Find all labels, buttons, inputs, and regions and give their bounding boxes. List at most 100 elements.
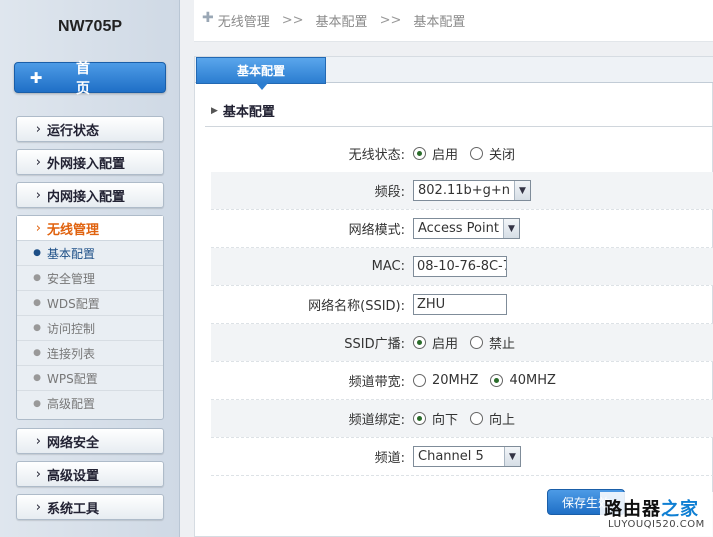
radio-circle[interactable] (490, 374, 504, 387)
channel-value: Channel 5 (418, 449, 484, 464)
radio-label: 向下 (432, 413, 459, 428)
submenu-item-connection-list[interactable]: ● 连接列表 (17, 341, 163, 366)
menu-system-tools[interactable]: › 系统工具 (16, 494, 164, 520)
divider (205, 126, 713, 127)
row-divider (211, 475, 713, 476)
device-model: NW705P (57, 18, 123, 35)
mac-label: MAC: (371, 259, 405, 274)
radio-circle[interactable] (413, 374, 426, 387)
band-select[interactable]: 802.11b+g+n ▼ (413, 180, 532, 201)
breadcrumb-separator: >> (281, 13, 304, 28)
section-title: ▶ 基本配置 (211, 101, 275, 120)
submenu-label: WPS配置 (47, 371, 98, 386)
submenu-wireless: › 无线管理 ● 基本配置 ● 安全管理 ● WDS配置 ● 访问控制 ● 连接… (16, 215, 164, 420)
row-channel-width: 频道带宽: 20MHZ 40MHZ (211, 362, 713, 399)
chevron-down-icon[interactable]: ▼ (504, 447, 520, 466)
channel-label: 频道: (374, 451, 405, 466)
breadcrumb-item: 基本配置 (315, 15, 368, 30)
submenu-item-security[interactable]: ● 安全管理 (17, 266, 163, 291)
radio-label: 40MHZ (509, 373, 556, 388)
submenu-item-wps[interactable]: ● WPS配置 (17, 366, 163, 391)
radio-width-40mhz[interactable]: 40MHZ (490, 373, 556, 388)
menu-label: 高级设置 (47, 468, 100, 484)
band-value: 802.11b+g+n (418, 183, 511, 198)
submenu-item-basic-config[interactable]: ● 基本配置 (17, 241, 163, 266)
main-panel: 基本配置 ▶ 基本配置 无线状态: 启用 关闭 频段: 802.11b+g+n … (194, 56, 713, 537)
menu-network-security[interactable]: › 网络安全 (16, 428, 164, 454)
radio-circle[interactable] (413, 147, 426, 160)
chevron-right-icon: › (35, 499, 41, 515)
chevron-right-icon: › (35, 220, 41, 236)
network-mode-value: Access Point (418, 221, 499, 236)
radio-circle[interactable] (470, 336, 484, 349)
submenu-label: 安全管理 (47, 271, 96, 286)
band-label: 频段: (374, 185, 405, 200)
menu-wireless-management[interactable]: › 无线管理 (17, 216, 163, 241)
radio-wireless-enable[interactable]: 启用 (413, 144, 458, 163)
tab-basic-config[interactable]: 基本配置 (196, 57, 326, 84)
bullet-icon: ● (33, 398, 41, 409)
chevron-right-icon: › (35, 154, 41, 170)
radio-circle[interactable] (470, 147, 484, 160)
bullet-icon: ● (33, 248, 41, 258)
wireless-status-label: 无线状态: (348, 148, 405, 163)
submenu-label: 连接列表 (47, 346, 96, 361)
row-network-mode: 网络模式: Access Point ▼ (211, 210, 713, 247)
home-label: 首 页 (76, 60, 108, 97)
radio-broadcast-enable[interactable]: 启用 (413, 333, 458, 352)
menu-label: 内网接入配置 (47, 189, 126, 205)
bullet-icon: ● (33, 348, 41, 358)
watermark-cn-highlight: 之家 (661, 499, 699, 520)
radio-wireless-disable[interactable]: 关闭 (470, 144, 515, 163)
submenu-item-advanced[interactable]: ● 高级配置 (17, 391, 163, 416)
radio-bind-down[interactable]: 向下 (413, 409, 458, 428)
tab-pointer (256, 83, 268, 90)
sidebar: NW705P ✚ 首 页 › 运行状态 › 外网接入配置 › 内网接入配置 › … (0, 0, 180, 537)
mac-input[interactable]: 08-10-76-8C-7 (413, 256, 507, 277)
row-mac: MAC: 08-10-76-8C-7 (211, 248, 713, 285)
watermark-cn-dark: 路由器 (604, 499, 661, 520)
submenu-label: WDS配置 (47, 296, 100, 311)
radio-bind-up[interactable]: 向上 (470, 409, 515, 428)
bullet-icon: ● (33, 298, 41, 308)
submenu-item-wds[interactable]: ● WDS配置 (17, 291, 163, 316)
row-band: 频段: 802.11b+g+n ▼ (211, 172, 713, 209)
menu-advanced-settings[interactable]: › 高级设置 (16, 461, 164, 487)
menu-lan-config[interactable]: › 内网接入配置 (16, 182, 164, 208)
channel-width-label: 频道带宽: (348, 375, 405, 390)
radio-width-20mhz[interactable]: 20MHZ (413, 373, 478, 388)
row-ssid-broadcast: SSID广播: 启用 禁止 (211, 324, 713, 361)
radio-circle[interactable] (413, 412, 426, 425)
watermark-en: LUYOUQI520.COM (608, 519, 705, 530)
chevron-down-icon[interactable]: ▼ (514, 181, 531, 200)
radio-label: 启用 (432, 148, 459, 163)
radio-broadcast-disable[interactable]: 禁止 (470, 333, 515, 352)
watermark-cn: 路由器之家 (604, 495, 699, 521)
chevron-down-icon[interactable]: ▼ (502, 219, 519, 238)
menu-wan-config[interactable]: › 外网接入配置 (16, 149, 164, 175)
ssid-broadcast-label: SSID广播: (344, 337, 405, 352)
radio-circle[interactable] (413, 336, 426, 349)
menu-label: 无线管理 (47, 222, 100, 238)
channel-select[interactable]: Channel 5 ▼ (413, 446, 521, 467)
submenu-label: 高级配置 (47, 397, 96, 411)
radio-label: 向上 (489, 413, 516, 428)
network-mode-select[interactable]: Access Point ▼ (413, 218, 520, 239)
section-title-text: 基本配置 (222, 105, 275, 120)
chevron-right-icon: › (35, 187, 41, 203)
submenu-item-access-control[interactable]: ● 访问控制 (17, 316, 163, 341)
row-ssid: 网络名称(SSID): ZHU (211, 286, 713, 323)
triangle-right-icon: ▶ (211, 105, 218, 116)
row-wireless-status: 无线状态: 启用 关闭 (211, 135, 713, 172)
row-channel-bind: 频道绑定: 向下 向上 (211, 400, 713, 437)
ssid-label: 网络名称(SSID): (308, 299, 405, 314)
breadcrumb-item: 无线管理 (217, 15, 270, 30)
ssid-input[interactable]: ZHU (413, 294, 507, 315)
home-button[interactable]: ✚ 首 页 (14, 61, 166, 97)
menu-run-status[interactable]: › 运行状态 (16, 116, 164, 142)
radio-label: 禁止 (489, 337, 516, 352)
submenu-label: 基本配置 (47, 246, 96, 261)
plus-icon: ✚ (29, 68, 43, 87)
radio-label: 关闭 (489, 148, 516, 163)
radio-circle[interactable] (470, 412, 484, 425)
